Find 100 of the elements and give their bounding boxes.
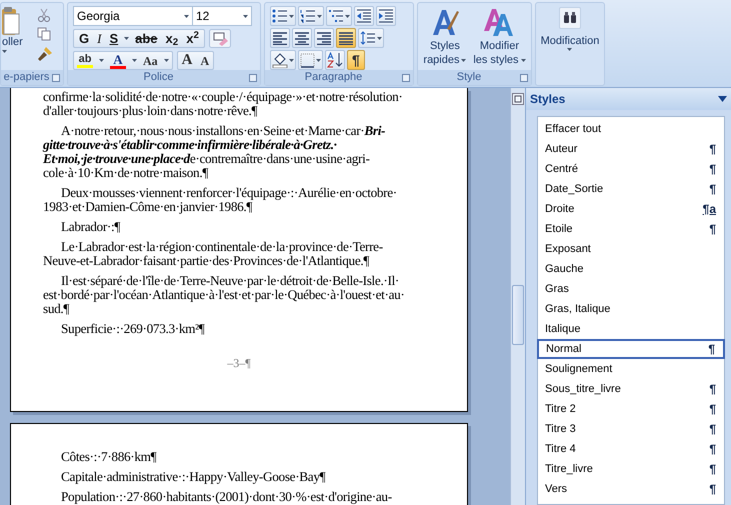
text-line: d'aller·toujours·plus·loin·dans·notre·rêve.¶ (43, 104, 258, 118)
text-line: A·notre·retour,·nous·nous·installons·en·Seine·et·Marne·car·Bri- (60, 124, 386, 138)
caret-icon (461, 58, 466, 62)
text-line: Population·:·27·860·habitants·(2001)·dont·30·%·est·d'origine·au- (60, 490, 393, 504)
dialog-launcher-icon[interactable] (249, 74, 257, 82)
caret-icon (289, 14, 294, 18)
indent-button[interactable] (376, 6, 396, 26)
style-type-symbol: ¶ (709, 401, 716, 418)
borders-button[interactable] (298, 50, 323, 70)
justify-button[interactable] (336, 28, 356, 48)
style-item[interactable]: Titre_livre ¶ (538, 459, 724, 479)
paste-button[interactable]: oller (2, 36, 23, 50)
copy-icon[interactable] (37, 27, 51, 41)
scissors-icon[interactable] (37, 8, 51, 22)
style-item[interactable]: Titre 4 ¶ (538, 439, 724, 459)
align-center-button[interactable] (292, 28, 312, 48)
text-line: Deux·mousses·viennent·renforcer·l'équipage·:·Aurélie·en·octobre· (60, 186, 398, 200)
line-spacing-icon (360, 31, 376, 45)
style-item[interactable]: Normal ¶ (537, 339, 725, 359)
style-item[interactable]: Centré ¶ (538, 159, 724, 179)
align-right-icon (316, 32, 332, 44)
style-item[interactable]: Effacer tout (538, 119, 724, 139)
text-line: Superficie·:·269·073.3·km²¶ (60, 322, 206, 336)
style-type-symbol: ¶ (708, 341, 715, 358)
justify-icon (338, 32, 354, 44)
multilevel-button[interactable] (326, 6, 352, 26)
letters-icon (483, 7, 516, 37)
caret-icon (567, 48, 572, 51)
text-line: Capitale·administrative·:·Happy·Valley-Goose·Bay¶ (60, 470, 326, 484)
style-type-symbol: ¶ (709, 381, 716, 398)
dialog-launcher-icon[interactable] (520, 74, 528, 82)
multilevel-list-icon (328, 9, 344, 23)
style-item[interactable]: Gras (538, 279, 724, 299)
dropdown-arrow-icon[interactable] (718, 96, 727, 102)
style-item[interactable]: Gras, Italique (538, 299, 724, 319)
pane-title: Styles (530, 91, 566, 108)
caret-icon (2, 50, 7, 53)
bullets-button[interactable] (270, 6, 296, 26)
align-right-button[interactable] (314, 28, 334, 48)
sort-icon (327, 52, 343, 68)
highlight-button[interactable]: ab (77, 54, 93, 68)
format-button[interactable]: x$^{2}$ (184, 32, 201, 45)
format-button[interactable]: abe (133, 32, 160, 45)
caret-icon (124, 37, 130, 40)
increase-indent-icon (378, 9, 394, 23)
numbering-button[interactable] (298, 6, 324, 26)
align-left-icon (272, 32, 288, 44)
text-line: sud.¶ (43, 302, 70, 316)
style-item[interactable]: Date_Sortie ¶ (538, 179, 724, 199)
change-styles-button[interactable]: Modifier les styles (473, 7, 526, 67)
style-item[interactable]: Titre 3 ¶ (538, 419, 724, 439)
scrollbar-thumb[interactable] (512, 285, 524, 345)
style-item[interactable]: Italique (538, 319, 724, 339)
align-left-button[interactable] (270, 28, 290, 48)
numbered-list-icon (300, 9, 316, 23)
group-label: e-papiers (4, 72, 50, 83)
pilcrow-button[interactable]: ¶ (347, 50, 365, 70)
format-button[interactable]: x$_{2}$ (164, 32, 180, 45)
ruler-toggle-icon[interactable] (512, 93, 524, 105)
caret-icon (243, 14, 248, 18)
style-item[interactable]: Sous_titre_livre ¶ (538, 379, 724, 399)
style-type-symbol: ¶ (709, 421, 716, 438)
style-item[interactable]: Droite ¶a (538, 199, 724, 219)
dialog-launcher-icon[interactable] (402, 74, 410, 82)
style-item[interactable]: Soulignement (538, 359, 724, 379)
paintbrush-icon[interactable] (37, 46, 53, 62)
caret-icon (289, 58, 294, 62)
caret-icon (164, 59, 169, 62)
text-line: Côtes·:·7·886·km¶ (60, 450, 158, 464)
style-item[interactable]: Etoile ¶ (538, 219, 724, 239)
shrink-font-button[interactable]: A (200, 54, 210, 66)
outdent-button[interactable] (354, 6, 374, 26)
font-color-button[interactable]: A (110, 52, 126, 68)
style-item[interactable]: Auteur ¶ (538, 139, 724, 159)
text-line: confirme·la·solidité·de·notre·«·couple·/·équipage·»·et·notre·résolution· (43, 90, 404, 104)
line-spacing-button[interactable] (358, 28, 384, 48)
editing-button[interactable]: Modification (540, 7, 600, 51)
format-button[interactable]: S (107, 32, 120, 45)
style-type-symbol: ¶ (709, 141, 716, 158)
style-item[interactable]: Exposant (538, 239, 724, 259)
style-type-symbol: ¶ (709, 161, 716, 178)
style-type-symbol: ¶ (709, 221, 716, 238)
change-case-button[interactable]: Aa (143, 54, 158, 66)
format-button[interactable]: I (95, 32, 104, 45)
format-button[interactable]: G (77, 32, 92, 45)
eraser-icon[interactable] (208, 29, 231, 48)
text-line: Et·moi,·je·trouve·une·place·de·contremaître·dans·une·usine·agri- (43, 152, 371, 166)
style-item[interactable]: Vers ¶ (538, 479, 724, 499)
text-line: 1983·et·Damien-Côme·en·janvier·1986.¶ (43, 200, 252, 214)
quick-styles-button[interactable]: Styles rapides (423, 7, 466, 67)
text-line: Le·Labrador·est·la·région·continentale·de·la·province·de·Terre- (60, 240, 384, 254)
text-line: gitte·trouve·à·s'établir·comme·infirmière·libérale·à·Gretz.· (43, 138, 338, 152)
grow-font-button[interactable]: A (182, 53, 193, 68)
font-size-field[interactable]: 12 (193, 6, 252, 26)
style-item[interactable]: Titre 2 ¶ (538, 399, 724, 419)
sort-button[interactable] (325, 50, 345, 70)
shading-button[interactable] (270, 50, 296, 70)
style-item[interactable]: Gauche (538, 259, 724, 279)
dialog-launcher-icon[interactable] (52, 74, 60, 82)
font-name-field[interactable]: Georgia (73, 6, 193, 26)
